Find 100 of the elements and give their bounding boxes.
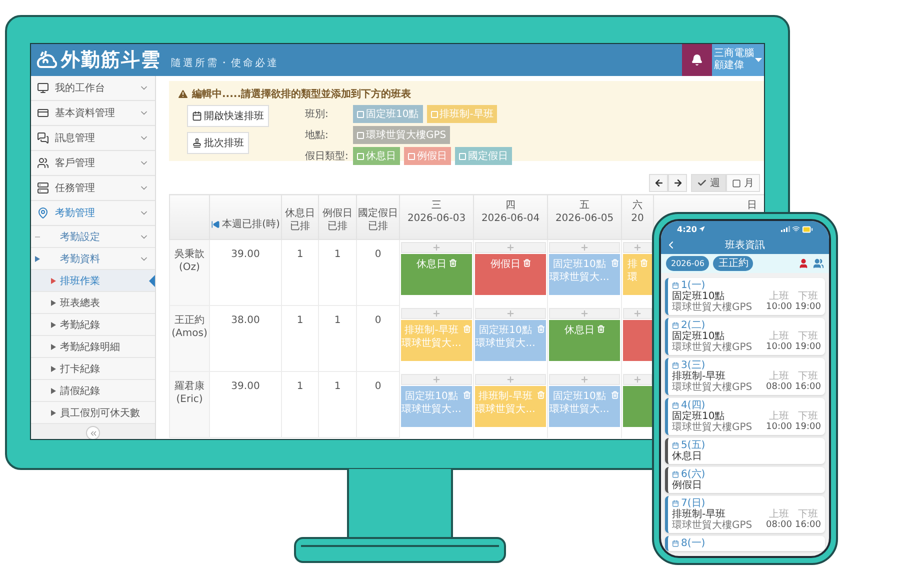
calendar-icon xyxy=(672,322,679,329)
schedule-card[interactable]: 3(三) 排班制-早班 環球世貿大樓GPS 上班 08:00 下班 16:00 xyxy=(665,358,825,395)
submenu-item[interactable]: 排班作業 xyxy=(31,270,155,292)
plus-icon xyxy=(432,374,441,384)
schedule-date: 7(日) xyxy=(672,498,821,509)
start-time: 08:00 xyxy=(766,520,792,531)
shift-card[interactable]: 休息日 xyxy=(549,320,620,360)
view-toggle[interactable]: 週 xyxy=(691,174,726,192)
checkbox-icon xyxy=(357,132,364,138)
user-menu-button[interactable]: 三商電腦 顧建偉 xyxy=(712,44,764,76)
triangle-bullet-icon xyxy=(51,388,56,394)
schedule-card[interactable]: 8(一) xyxy=(665,536,825,551)
previous-button[interactable] xyxy=(649,174,668,192)
schedule-card[interactable]: 7(日) 排班制-早班 環球世貿大樓GPS 上班 08:00 下班 16:00 xyxy=(665,496,825,533)
type-chip[interactable]: 例假日 xyxy=(404,147,451,165)
shift-card[interactable]: 休息日 xyxy=(401,254,472,295)
notification-button[interactable] xyxy=(682,44,712,76)
stamp-icon xyxy=(192,138,202,148)
trash-icon[interactable] xyxy=(611,390,620,398)
table-cell: 1 xyxy=(282,306,318,372)
shift-location: 環球世貿大樓GPS xyxy=(672,520,754,531)
action-button[interactable]: 開啟快速排班 xyxy=(187,105,269,127)
map-pin-icon xyxy=(37,207,49,219)
filter-label: 假日類型: xyxy=(305,150,350,163)
table-cell: 39.00 xyxy=(210,372,282,438)
shift-card[interactable]: 例假日 xyxy=(475,254,546,295)
weekday-label: 六 xyxy=(632,199,644,212)
start-time: 10:00 xyxy=(766,422,792,433)
add-shift-button[interactable] xyxy=(401,242,472,253)
person-icon[interactable] xyxy=(798,258,809,270)
plus-icon xyxy=(633,243,642,252)
schedule-card[interactable]: 5(五) 休息日 xyxy=(665,438,825,464)
trash-icon[interactable] xyxy=(596,324,604,332)
triangle-bullet-icon xyxy=(51,322,56,328)
plus-icon xyxy=(580,374,589,384)
add-shift-button[interactable] xyxy=(475,308,546,318)
add-shift-button[interactable] xyxy=(623,308,652,318)
clock-text: 4:20 xyxy=(677,224,705,234)
employee-name: 王正約 (Amos) xyxy=(170,306,210,372)
add-shift-button[interactable] xyxy=(549,374,620,384)
shift-card[interactable] xyxy=(623,386,652,426)
schedule-card[interactable]: 6(六) 例假日 xyxy=(665,467,825,493)
trash-icon[interactable] xyxy=(522,259,530,267)
action-button[interactable]: 批次排班 xyxy=(187,132,249,154)
triangle-bullet-icon xyxy=(35,256,40,262)
add-shift-button[interactable] xyxy=(549,308,620,318)
checkbox-icon xyxy=(459,152,466,160)
next-button[interactable] xyxy=(668,174,687,192)
add-shift-button[interactable] xyxy=(623,374,652,384)
add-shift-button[interactable] xyxy=(475,242,546,253)
add-shift-button[interactable] xyxy=(401,308,472,318)
filter-pill[interactable]: 王正約 xyxy=(713,256,754,272)
column-title: 休息日 xyxy=(284,207,316,220)
battery-icon xyxy=(802,224,813,235)
filter-label: 地點: xyxy=(305,128,330,142)
shift-title: 固定班10點 xyxy=(672,411,725,422)
shift-location: 環球世貿大樓GPS xyxy=(672,422,754,433)
checkbox-icon xyxy=(732,178,741,188)
view-toggle[interactable]: 月 xyxy=(726,174,760,192)
caret-icon xyxy=(755,58,762,62)
schedule-card[interactable]: 1(一) 固定班10點 環球世貿大樓GPS 上班 10:00 下班 19:00 xyxy=(665,278,825,315)
collapse-button[interactable] xyxy=(86,426,100,439)
schedule-date: 1(一) xyxy=(672,280,821,291)
trash-icon[interactable] xyxy=(537,324,546,332)
schedule-card[interactable]: 2(二) 固定班10點 環球世貿大樓GPS 上班 10:00 下班 19:00 xyxy=(665,318,825,355)
triangle-bullet-icon xyxy=(51,278,56,284)
plus-icon xyxy=(432,243,441,252)
trash-icon[interactable] xyxy=(537,390,546,398)
monitor-icon xyxy=(37,82,49,94)
shift-card[interactable] xyxy=(623,320,652,360)
add-shift-button[interactable] xyxy=(401,374,472,384)
trash-icon[interactable] xyxy=(463,324,472,332)
table-cell: 1 xyxy=(318,240,356,306)
trash-icon[interactable] xyxy=(611,259,620,267)
schedule-date: 3(三) xyxy=(672,360,821,371)
calendar-icon xyxy=(672,402,679,409)
chat-icon xyxy=(37,132,49,144)
plus-icon xyxy=(580,243,589,252)
table-cell: 1 xyxy=(318,306,356,372)
add-shift-button[interactable] xyxy=(549,242,620,253)
shift-text: 休息日 xyxy=(416,258,446,272)
shift-text: 固定班10點 環球世貿大... xyxy=(476,324,536,350)
group-icon[interactable] xyxy=(813,258,824,270)
skip-back-icon xyxy=(211,220,220,229)
filter-pill[interactable]: 2026-06 xyxy=(666,256,710,272)
schedule-card[interactable]: 4(四) 固定班10點 環球世貿大樓GPS 上班 10:00 下班 19:00 xyxy=(665,398,825,435)
type-chip[interactable]: 環球世貿大樓GPS xyxy=(353,126,450,144)
trash-icon[interactable] xyxy=(640,259,648,267)
weekday-label: 五 xyxy=(578,199,590,212)
trash-icon[interactable] xyxy=(448,259,456,267)
table-cell: 0 xyxy=(356,306,400,372)
trash-icon[interactable] xyxy=(463,390,472,398)
add-shift-button[interactable] xyxy=(623,242,652,253)
add-shift-button[interactable] xyxy=(475,374,546,384)
type-chip[interactable]: 休息日 xyxy=(353,147,400,165)
shift-location: 環球世貿大樓GPS xyxy=(672,342,754,353)
table-cell: 39.00 xyxy=(210,240,282,306)
end-time: 16:00 xyxy=(795,520,821,531)
calendar-icon xyxy=(672,362,679,369)
calendar-icon xyxy=(192,111,202,121)
